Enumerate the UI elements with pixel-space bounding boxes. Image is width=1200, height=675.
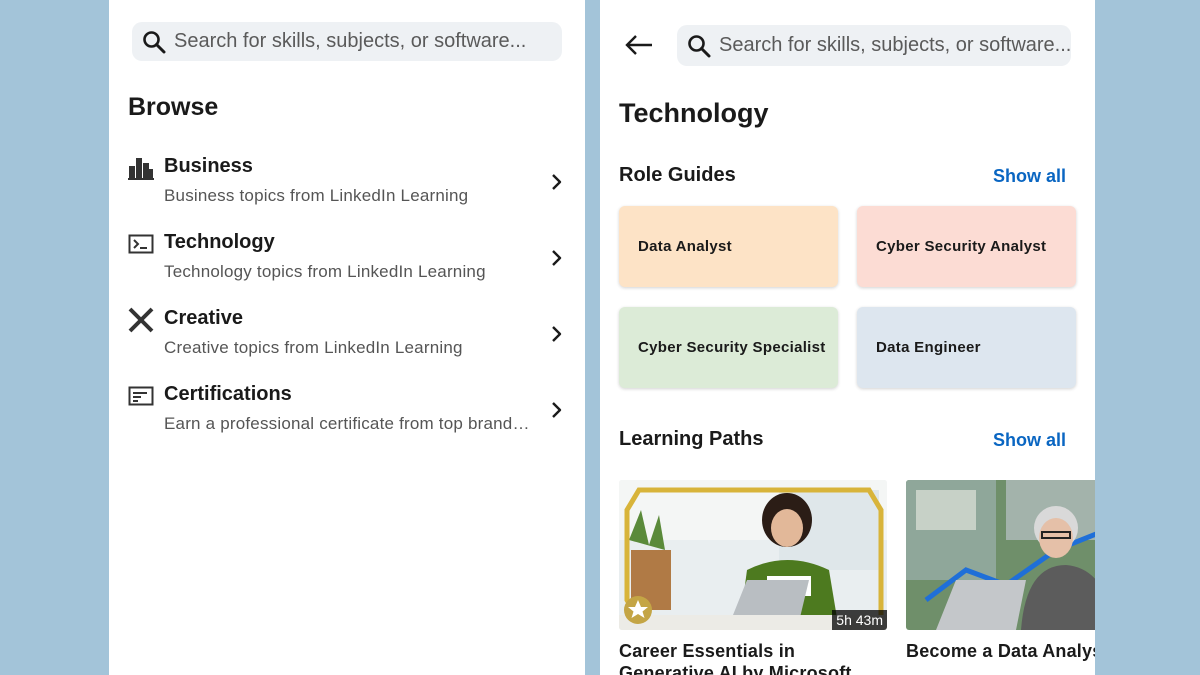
creative-tools-icon (128, 307, 154, 333)
terminal-icon (128, 234, 154, 254)
learning-path-thumbnail: 5h 43m (619, 480, 887, 630)
category-description: Earn a professional certificate from top… (164, 414, 536, 433)
category-name: Technology (164, 231, 275, 253)
role-guides-title: Role Guides (619, 164, 736, 186)
category-creative[interactable]: Creative Creative topics from LinkedIn L… (109, 303, 585, 373)
learning-path-title: Career Essentials in Generative AI by Mi… (619, 641, 852, 675)
bar-chart-icon (128, 158, 154, 180)
search-bar[interactable] (132, 22, 562, 61)
category-name: Creative (164, 307, 243, 329)
search-input[interactable] (174, 30, 562, 53)
chevron-right-icon (552, 326, 562, 342)
category-description: Business topics from LinkedIn Learning (164, 186, 469, 205)
certificate-icon (128, 386, 154, 406)
learning-path-image (619, 480, 887, 630)
duration-badge: 5h 43m (832, 610, 887, 630)
browse-panel: Browse Business Business topics from Lin… (109, 0, 585, 675)
back-arrow-icon[interactable] (624, 30, 654, 60)
search-bar[interactable] (677, 25, 1071, 66)
technology-panel: Technology Role Guides Show all Data Ana… (600, 0, 1095, 675)
role-guide-card[interactable]: Data Analyst (619, 206, 838, 287)
page-title: Technology (619, 98, 769, 128)
search-icon (143, 30, 166, 53)
search-icon (688, 34, 711, 57)
role-guide-card[interactable]: Cyber Security Specialist (619, 307, 838, 388)
category-description: Technology topics from LinkedIn Learning (164, 262, 486, 281)
learning-paths-show-all-link[interactable]: Show all (993, 430, 1066, 451)
learning-path-title: Become a Data Analyst (906, 641, 1095, 661)
learning-path-card[interactable]: Become a Data Analyst (906, 480, 1095, 662)
role-guide-card[interactable]: Cyber Security Analyst (857, 206, 1076, 287)
category-certifications[interactable]: Certifications Earn a professional certi… (109, 379, 585, 449)
chevron-right-icon (552, 174, 562, 190)
browse-title: Browse (128, 93, 219, 121)
learning-path-image (906, 480, 1095, 630)
category-description: Creative topics from LinkedIn Learning (164, 338, 463, 357)
category-name: Certifications (164, 383, 292, 405)
chevron-right-icon (552, 250, 562, 266)
category-business[interactable]: Business Business topics from LinkedIn L… (109, 151, 585, 221)
category-name: Business (164, 155, 253, 177)
learning-path-card[interactable]: 5h 43m Career Essentials in Generative A… (619, 480, 887, 675)
role-guides-show-all-link[interactable]: Show all (993, 166, 1066, 187)
role-guide-card[interactable]: Data Engineer (857, 307, 1076, 388)
learning-path-thumbnail (906, 480, 1095, 630)
chevron-right-icon (552, 402, 562, 418)
learning-paths-title: Learning Paths (619, 428, 764, 450)
category-technology[interactable]: Technology Technology topics from Linked… (109, 227, 585, 297)
search-input[interactable] (719, 34, 1071, 57)
